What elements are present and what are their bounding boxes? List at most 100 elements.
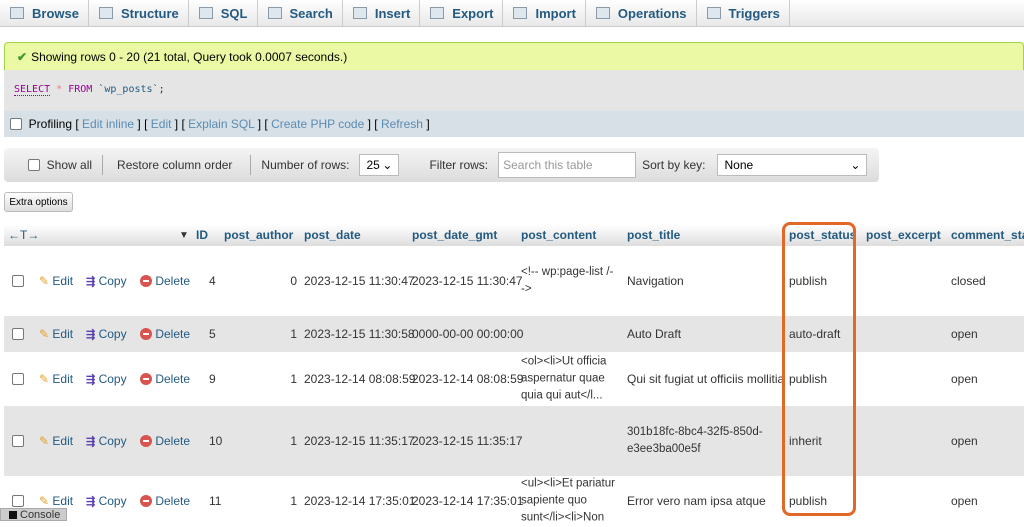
edit-label: Edit (52, 434, 74, 448)
column-header-post_author[interactable]: post_author (224, 228, 293, 242)
cell-ID: 10 (209, 434, 223, 448)
filter-rows-label: Filter rows: (429, 158, 489, 172)
tab-export[interactable]: Export (420, 0, 504, 26)
tab-import[interactable]: Import (503, 0, 586, 26)
column-header-post_title[interactable]: post_title (627, 228, 680, 242)
number-of-rows-select[interactable]: 25 ⌄ (359, 154, 400, 176)
column-header-post_date[interactable]: post_date (304, 228, 361, 242)
message-text: Showing rows 0 - 20 (21 total, Query too… (31, 49, 348, 64)
delete-icon (140, 495, 152, 507)
pencil-icon: ✎ (39, 434, 50, 448)
column-header-post_date_gmt[interactable]: post_date_gmt (412, 228, 497, 242)
chevron-down-icon: ⌄ (382, 158, 393, 172)
tab-label: Structure (120, 5, 179, 21)
delete-button[interactable]: Delete (140, 327, 190, 341)
copy-button[interactable]: ⇶ Copy (86, 434, 127, 448)
delete-label: Delete (155, 327, 191, 341)
row-checkbox[interactable] (12, 373, 24, 385)
sql-select[interactable]: SELECT (14, 84, 51, 96)
edit-button[interactable]: ✎ Edit (39, 274, 73, 288)
copy-button[interactable]: ⇶ Copy (86, 494, 127, 508)
tab-search[interactable]: Search (258, 0, 343, 26)
delete-button[interactable]: Delete (140, 372, 190, 386)
cell-post_author: 1 (290, 372, 297, 386)
cell-post_title: Navigation (627, 274, 684, 288)
profiling-link-create-php-code[interactable]: Create PHP code (271, 117, 364, 131)
cell-post_author: 1 (290, 494, 297, 508)
cell-post_date_gmt: 0000-00-00 00:00:00 (412, 327, 524, 341)
edit-button[interactable]: ✎ Edit (39, 327, 73, 341)
column-header-post_excerpt[interactable]: post_excerpt (866, 228, 941, 242)
restore-column-order-button[interactable]: Restore column order (117, 158, 232, 172)
copy-label: Copy (98, 327, 127, 341)
row-checkbox[interactable] (12, 435, 24, 447)
copy-label: Copy (98, 274, 127, 288)
tab-label: SQL (220, 5, 248, 21)
tab-browse[interactable]: Browse (0, 0, 89, 26)
tab-insert[interactable]: Insert (343, 0, 421, 26)
delete-button[interactable]: Delete (140, 434, 190, 448)
copy-button[interactable]: ⇶ Copy (86, 274, 127, 288)
cell-post_title: Auto Draft (627, 327, 682, 341)
profiling-bar: Profiling [ Edit inline ] [ Edit ] [ Exp… (4, 111, 1024, 137)
column-arrows-icon[interactable]: ←T→ (8, 228, 39, 242)
console-label: Console (20, 508, 61, 521)
filter-rows-input[interactable]: Search this table (498, 152, 637, 178)
extra-options-button[interactable]: Extra options (4, 192, 73, 212)
sort-by-key-select[interactable]: None ⌄ (717, 154, 868, 176)
tab-operations[interactable]: Operations (586, 0, 697, 26)
tab-structure[interactable]: Structure (89, 0, 189, 26)
edit-button[interactable]: ✎ Edit (39, 372, 73, 386)
cell-comment_status: open (951, 372, 978, 386)
column-header-ID[interactable]: ID (196, 228, 208, 242)
cell-comment_status: open (951, 327, 978, 341)
copy-button[interactable]: ⇶ Copy (86, 372, 127, 386)
cell-post_date_gmt: 2023-12-15 11:30:47 (412, 274, 523, 288)
cell-post_title: 301b18fc-8bc4-32f5-850d-e3ee3ba00e5f (627, 426, 763, 455)
cell-post_content: <!-- wp:page-list /--> (521, 266, 614, 295)
profiling-link-edit[interactable]: Edit (151, 117, 172, 131)
pencil-icon: ✎ (39, 494, 50, 508)
show-all-checkbox[interactable] (28, 159, 40, 171)
edit-button[interactable]: ✎ Edit (39, 494, 73, 508)
console-button[interactable]: Console (0, 508, 67, 521)
tab-label: Operations (617, 5, 687, 21)
profiling-link-edit-inline[interactable]: Edit inline (82, 117, 134, 131)
insert-icon (352, 7, 367, 19)
delete-button[interactable]: Delete (140, 274, 190, 288)
table-row: ✎ Edit ⇶ Copy Delete 10 1 2023-12-15 11:35:… (4, 406, 1024, 476)
tab-triggers[interactable]: Triggers (697, 0, 790, 26)
edit-label: Edit (52, 494, 74, 508)
cell-post_author: 0 (290, 274, 297, 288)
row-checkbox[interactable] (12, 275, 24, 287)
edit-button[interactable]: ✎ Edit (39, 434, 73, 448)
pencil-icon: ✎ (39, 274, 50, 288)
copy-icon: ⇶ (86, 436, 96, 448)
sort-by-key-label: Sort by key: (642, 158, 706, 172)
operations-icon (595, 7, 610, 19)
row-checkbox[interactable] (12, 328, 24, 340)
delete-button[interactable]: Delete (140, 494, 190, 508)
sql-icon (198, 7, 213, 19)
column-header-post_content[interactable]: post_content (521, 228, 596, 242)
profiling-link-explain-sql[interactable]: Explain SQL (188, 117, 254, 131)
tab-sql[interactable]: SQL (189, 0, 258, 26)
cell-post_date: 2023-12-15 11:30:58 (304, 327, 415, 341)
tab-label: Export (452, 5, 494, 21)
number-of-rows-label: Number of rows: (261, 158, 350, 172)
row-checkbox[interactable] (12, 495, 24, 507)
copy-label: Copy (98, 494, 127, 508)
profiling-label: Profiling (28, 117, 73, 131)
edit-label: Edit (52, 274, 74, 288)
column-header-comment_sta[interactable]: comment_sta (951, 228, 1024, 242)
delete-label: Delete (155, 494, 191, 508)
profiling-link-refresh[interactable]: Refresh (381, 117, 423, 131)
sort-triangle-icon[interactable]: ▼ (179, 230, 189, 241)
copy-button[interactable]: ⇶ Copy (86, 327, 127, 341)
profiling-checkbox[interactable] (10, 118, 22, 130)
sql-query: SELECT * FROM `wp_posts`; (4, 70, 1024, 111)
cell-ID: 4 (209, 274, 216, 288)
success-message: ✔ Showing rows 0 - 20 (21 total, Query to… (4, 42, 1024, 70)
show-all-label[interactable]: Show all (47, 158, 92, 172)
cell-comment_status: open (951, 494, 978, 508)
